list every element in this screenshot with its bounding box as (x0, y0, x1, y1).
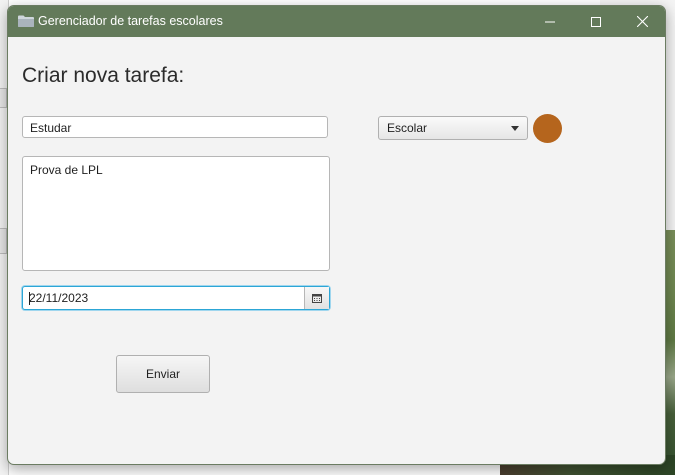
background-window-tab (0, 228, 7, 254)
calendar-icon (312, 293, 322, 303)
due-date-picker[interactable]: 22/11/2023 (22, 286, 330, 310)
app-window: Gerenciador de tarefas escolares Criar n… (7, 5, 666, 465)
background-window-tab (0, 88, 7, 108)
calendar-button[interactable] (304, 287, 329, 309)
maximize-icon (591, 16, 601, 27)
text-cursor (29, 292, 30, 305)
form-heading: Criar nova tarefa: (22, 64, 185, 87)
chevron-down-icon (511, 126, 519, 131)
folder-icon (18, 15, 34, 27)
close-button[interactable] (619, 6, 665, 37)
due-date-input[interactable]: 22/11/2023 (29, 287, 88, 309)
close-icon (636, 16, 648, 27)
category-select[interactable]: Escolar (378, 116, 528, 140)
window-title: Gerenciador de tarefas escolares (38, 14, 223, 28)
task-description-textarea[interactable]: Prova de LPL (22, 156, 330, 271)
minimize-icon (545, 21, 555, 22)
minimize-button[interactable] (527, 6, 573, 37)
title-bar[interactable]: Gerenciador de tarefas escolares (8, 6, 665, 37)
category-select-value: Escolar (387, 121, 428, 135)
task-title-input[interactable]: Estudar (22, 116, 328, 138)
category-color-indicator[interactable] (533, 114, 562, 143)
submit-button[interactable]: Enviar (116, 355, 210, 393)
maximize-button[interactable] (573, 6, 619, 37)
